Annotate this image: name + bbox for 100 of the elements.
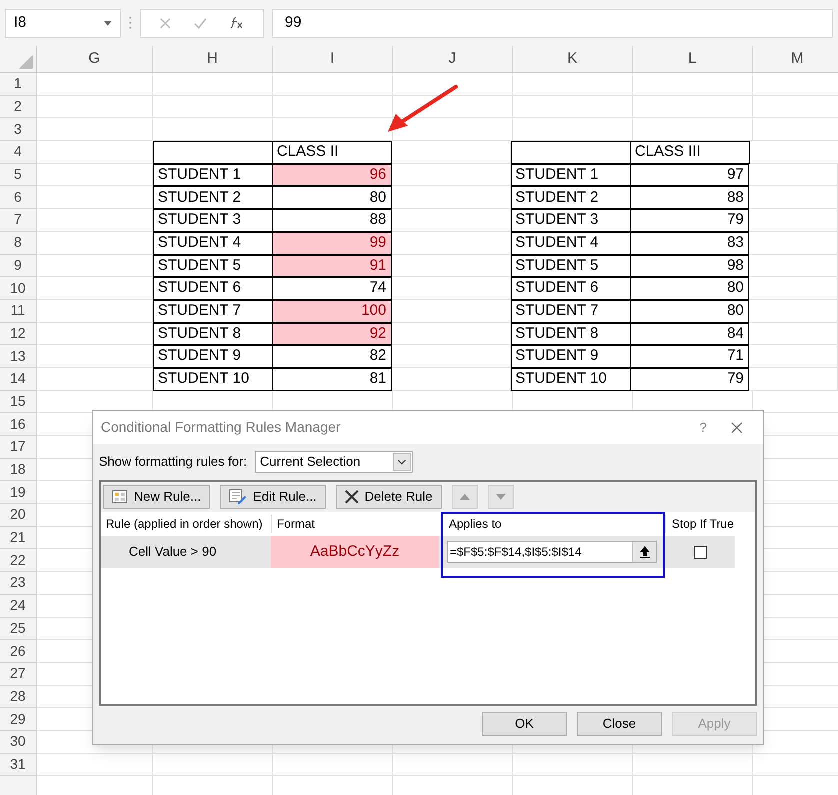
row-header[interactable]: 5 (0, 164, 37, 186)
column-header[interactable]: I (273, 46, 393, 72)
column-header[interactable]: L (633, 46, 753, 72)
row-header[interactable]: 24 (0, 594, 37, 618)
delete-rule-button[interactable]: Delete Rule (336, 485, 442, 509)
score-cell: 71 (630, 345, 749, 368)
student-name: STUDENT 3 (514, 210, 599, 230)
score-cell: 74 (272, 277, 392, 300)
student-name: STUDENT 2 (157, 188, 242, 208)
student-name: STUDENT 5 (157, 256, 242, 276)
row-header[interactable]: 8 (0, 232, 37, 254)
new-rule-button[interactable]: New Rule... (103, 485, 210, 509)
row-header[interactable]: 17 (0, 436, 37, 459)
column-header-cell-text: CLASS II (276, 142, 339, 162)
score-cell: 88 (272, 209, 392, 232)
score-cell: 80 (272, 186, 392, 210)
grid-cell[interactable] (153, 141, 273, 164)
row-header[interactable]: 16 (0, 413, 37, 436)
score-cell: 81 (272, 368, 392, 391)
row-header[interactable]: 11 (0, 300, 37, 323)
row-header[interactable]: 10 (0, 277, 37, 300)
triangle-up-icon (460, 494, 470, 500)
score-cell: 97 (630, 164, 749, 186)
collapse-icon[interactable] (640, 546, 650, 558)
row-header[interactable]: 30 (0, 730, 37, 754)
row-header[interactable]: 9 (0, 254, 37, 278)
dialog-button[interactable]: OK (482, 712, 567, 736)
row-header[interactable]: 18 (0, 458, 37, 482)
help-button[interactable]: ? (700, 418, 707, 438)
edit-rule-button[interactable]: Edit Rule... (220, 485, 326, 509)
row-header[interactable]: 4 (0, 141, 37, 164)
formula-field[interactable]: 99 (272, 8, 833, 38)
dialog-button[interactable]: Close (577, 712, 662, 736)
row-header[interactable]: 7 (0, 209, 37, 232)
column-header[interactable]: G (37, 46, 153, 72)
student-name: STUDENT 4 (514, 232, 599, 253)
score-cell: 88 (630, 186, 749, 210)
score-cell: 83 (630, 232, 749, 254)
student-name: STUDENT 6 (157, 278, 242, 298)
edit-rule-icon (229, 489, 248, 505)
rule-row[interactable]: Cell Value > 90 AaBbCcYyZz =$F$5:$F$14,$I$5:$I$14 (101, 536, 735, 568)
row-header[interactable]: 21 (0, 526, 37, 550)
row-header[interactable]: 23 (0, 572, 37, 595)
student-name: STUDENT 7 (157, 300, 242, 321)
close-icon[interactable] (731, 422, 743, 434)
row-header[interactable]: 26 (0, 640, 37, 663)
row-header[interactable]: 3 (0, 118, 37, 142)
scope-dropdown[interactable]: Current Selection (255, 451, 414, 473)
row-header[interactable]: 1 (0, 73, 37, 96)
grip-icon (129, 16, 132, 30)
score-cell: 96 (272, 164, 392, 186)
row-header[interactable]: 15 (0, 390, 37, 414)
row-header[interactable]: 27 (0, 662, 37, 686)
row-header[interactable] (0, 776, 37, 795)
row-header[interactable]: 2 (0, 96, 37, 118)
row-header[interactable]: 22 (0, 549, 37, 572)
delete-icon (344, 490, 359, 504)
chevron-down-icon (398, 460, 406, 464)
student-name: STUDENT 10 (514, 369, 607, 390)
name-box[interactable]: I8 (5, 8, 121, 38)
function-icon[interactable] (230, 17, 244, 29)
row-header[interactable]: 31 (0, 754, 37, 776)
student-name: STUDENT 4 (157, 232, 242, 253)
row-header[interactable]: 13 (0, 345, 37, 368)
move-up-button[interactable] (452, 485, 478, 509)
row-header[interactable]: 19 (0, 481, 37, 504)
student-name: STUDENT 2 (514, 188, 599, 208)
arrow-icon (386, 84, 458, 134)
score-cell: 79 (630, 209, 749, 232)
column-header[interactable]: J (393, 46, 513, 72)
student-name: STUDENT 1 (514, 164, 599, 185)
applies-to-field[interactable]: =$F$5:$F$14,$I$5:$I$14 (447, 541, 657, 563)
row-header[interactable]: 6 (0, 186, 37, 210)
student-name: STUDENT 3 (157, 210, 242, 230)
move-down-button[interactable] (488, 485, 514, 509)
score-cell: 79 (630, 368, 749, 391)
score-cell: 84 (630, 322, 749, 346)
row-header[interactable]: 14 (0, 368, 37, 391)
student-name: STUDENT 8 (514, 324, 599, 344)
grid-cell[interactable] (511, 141, 631, 164)
check-icon[interactable] (194, 18, 207, 28)
row-header[interactable]: 12 (0, 322, 37, 346)
column-header[interactable]: M (753, 46, 838, 72)
select-all-icon[interactable] (19, 55, 33, 69)
row-header[interactable]: 29 (0, 708, 37, 731)
row-header[interactable]: 28 (0, 686, 37, 708)
rule-text: Cell Value > 90 (128, 543, 218, 562)
student-name: STUDENT 9 (157, 346, 242, 366)
dialog-title: Conditional Formatting Rules Manager (101, 418, 341, 437)
column-header[interactable]: K (513, 46, 633, 72)
row-header[interactable]: 25 (0, 618, 37, 640)
row-header[interactable]: 20 (0, 504, 37, 527)
column-header: Format (271, 515, 439, 533)
column-header[interactable]: H (153, 46, 273, 72)
student-name: STUDENT 9 (514, 346, 599, 366)
student-name: STUDENT 8 (157, 324, 242, 344)
cancel-icon[interactable] (160, 18, 172, 28)
student-name: STUDENT 1 (157, 164, 242, 185)
format-preview: AaBbCcYyZz (271, 536, 439, 568)
stop-if-true-checkbox[interactable] (694, 546, 706, 558)
